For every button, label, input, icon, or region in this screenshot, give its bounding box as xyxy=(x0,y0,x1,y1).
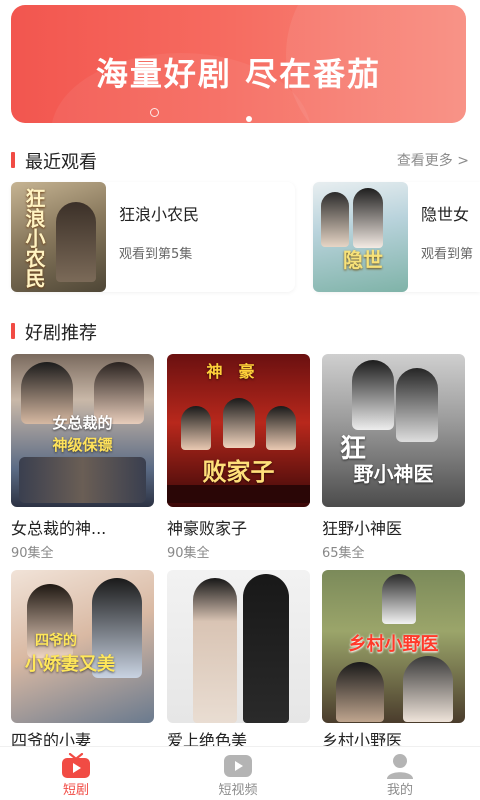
recommend-section-title: 好剧推荐 xyxy=(25,323,97,344)
recent-item-title: 隐世女 xyxy=(421,205,470,224)
drama-card[interactable]: 四爷的 小娇妻又美 四爷的小妻 xyxy=(11,570,154,750)
drama-poster: 狂 野小神医 xyxy=(322,354,465,507)
poster-figure xyxy=(266,406,296,450)
recent-item[interactable]: 狂浪小农民 狂浪小农民 观看到第5集 xyxy=(11,182,295,292)
poster-figure xyxy=(56,202,96,282)
drama-poster xyxy=(167,570,310,723)
banner-decor-ring xyxy=(150,108,159,117)
poster-title-art: 野小神医 xyxy=(353,462,434,486)
drama-poster: 乡村小野医 xyxy=(322,570,465,723)
tab-label: 我的 xyxy=(386,783,413,798)
recent-poster-title-art: 狂浪小农民 xyxy=(22,188,46,288)
banner-page-indicator xyxy=(246,116,252,122)
poster-figure xyxy=(181,406,211,450)
drama-card[interactable]: 狂 野小神医 狂野小神医 65集全 xyxy=(322,354,465,564)
poster-title-art: 小娇妻又美 xyxy=(25,654,115,675)
recent-section-title: 最近观看 xyxy=(25,152,97,173)
poster-title-art: 败家子 xyxy=(202,458,275,486)
drama-card[interactable]: 乡村小野医 乡村小野医 xyxy=(322,570,465,750)
drama-episode-count: 90集全 xyxy=(11,546,54,561)
section-accent-bar xyxy=(11,323,15,339)
poster-figure xyxy=(352,360,394,430)
drama-title: 神豪败家子 xyxy=(167,519,248,538)
drama-title: 狂野小神医 xyxy=(322,519,403,538)
drama-episode-count: 65集全 xyxy=(322,546,365,561)
tab-label: 短剧 xyxy=(62,783,89,798)
poster-figure xyxy=(336,662,384,722)
tab-mine[interactable]: 我的 xyxy=(340,747,460,800)
tab-label: 短视频 xyxy=(218,783,258,798)
poster-figure xyxy=(403,656,453,722)
poster-strip xyxy=(167,485,310,503)
recent-item-progress: 观看到第5集 xyxy=(119,247,193,262)
drama-episode-count: 90集全 xyxy=(167,546,210,561)
recent-item[interactable]: 隐世 隐世女 观看到第 xyxy=(313,182,480,292)
drama-poster: 四爷的 小娇妻又美 xyxy=(11,570,154,723)
poster-figure xyxy=(193,578,237,723)
poster-figure xyxy=(321,192,349,247)
poster-title-art: 女总裁的 xyxy=(52,414,113,432)
bottom-tab-bar: 短剧 短视频 我的 xyxy=(0,746,480,800)
tab-short-video[interactable]: 短视频 xyxy=(178,747,298,800)
tab-short-drama[interactable]: 短剧 xyxy=(16,747,136,800)
drama-card[interactable]: 爱上绝色美 xyxy=(167,570,310,750)
recent-item-progress: 观看到第 xyxy=(421,247,474,262)
view-more-link[interactable]: 查看更多 > xyxy=(397,150,469,170)
poster-title-art: 神级保镖 xyxy=(52,436,113,454)
recent-poster-title-art: 隐世 xyxy=(343,248,383,272)
drama-card[interactable]: 神豪 败家子 神豪败家子 90集全 xyxy=(167,354,310,564)
drama-title: 女总裁的神... xyxy=(11,519,107,538)
poster-figure xyxy=(353,188,383,248)
recommend-section-header: 好剧推荐 xyxy=(11,319,469,344)
poster-title-art: 神豪 xyxy=(206,362,271,381)
section-accent-bar xyxy=(11,152,15,168)
promo-banner[interactable]: 海量好剧 尽在番茄 xyxy=(11,5,466,123)
recent-item-title: 狂浪小农民 xyxy=(119,205,200,224)
poster-title-art: 四爷的 xyxy=(35,633,77,649)
recent-poster: 隐世 xyxy=(313,182,408,292)
poster-figure xyxy=(223,398,255,448)
banner-slogan: 海量好剧 尽在番茄 xyxy=(95,55,382,93)
drama-poster: 神豪 败家子 xyxy=(167,354,310,507)
poster-figure xyxy=(243,574,289,723)
drama-poster: 女总裁的 神级保镖 xyxy=(11,354,154,507)
drama-card[interactable]: 女总裁的 神级保镖 女总裁的神... 90集全 xyxy=(11,354,154,564)
poster-title-art: 乡村小野医 xyxy=(348,634,439,655)
recent-section-header: 最近观看 查看更多 > xyxy=(11,148,469,173)
poster-figure xyxy=(382,574,416,624)
recent-poster: 狂浪小农民 xyxy=(11,182,106,292)
poster-figure-group xyxy=(19,457,146,503)
